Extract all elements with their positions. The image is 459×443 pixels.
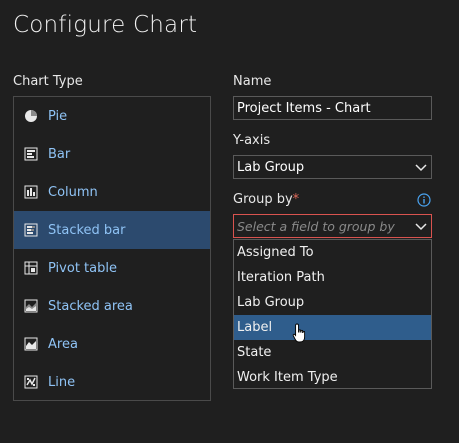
- group-by-dropdown: Assigned To Iteration Path Lab Group Lab…: [233, 239, 432, 389]
- chart-type-column[interactable]: Column: [14, 173, 210, 211]
- chart-type-label-column: Column: [48, 184, 98, 200]
- bar-chart-icon: [23, 146, 39, 162]
- chart-type-area[interactable]: Area: [14, 325, 210, 363]
- required-marker: *: [292, 192, 300, 207]
- chart-type-label-bar: Bar: [48, 146, 71, 162]
- group-by-select[interactable]: Select a field to group by: [233, 214, 432, 238]
- chart-type-stacked-bar[interactable]: Stacked bar: [14, 211, 210, 249]
- line-chart-icon: [23, 374, 39, 390]
- y-axis-label: Y-axis: [233, 133, 271, 148]
- y-axis-select[interactable]: Lab Group: [233, 155, 432, 179]
- chart-type-label-line: Line: [48, 374, 76, 390]
- dialog-title: Configure Chart: [13, 12, 198, 38]
- pivot-table-icon: [23, 260, 39, 276]
- chevron-down-icon: [415, 220, 427, 236]
- pie-icon: [23, 108, 39, 124]
- dropdown-option-work-item-type[interactable]: Work Item Type: [234, 365, 431, 390]
- chart-type-list: Pie Bar Column Stacked bar Pivot table S…: [13, 96, 211, 401]
- chevron-down-icon: [415, 161, 427, 177]
- chart-type-label-pie: Pie: [48, 108, 68, 124]
- dropdown-option-lab-group[interactable]: Lab Group: [234, 290, 431, 315]
- hand-cursor-icon: [292, 323, 308, 349]
- y-axis-value: Lab Group: [237, 159, 305, 175]
- chart-type-line[interactable]: Line: [14, 363, 210, 401]
- group-by-label-text: Group by: [233, 192, 293, 207]
- name-label: Name: [233, 74, 272, 89]
- chart-type-bar[interactable]: Bar: [14, 135, 210, 173]
- chart-type-label-area: Area: [48, 336, 78, 352]
- dropdown-option-label[interactable]: Label: [234, 315, 431, 340]
- chart-type-label-stacked-area: Stacked area: [48, 298, 133, 314]
- stacked-bar-icon: [23, 222, 39, 238]
- chart-type-label-stacked-bar: Stacked bar: [48, 222, 126, 238]
- group-by-placeholder: Select a field to group by: [237, 218, 395, 234]
- chart-type-pivot-table[interactable]: Pivot table: [14, 249, 210, 287]
- group-by-label: Group by*: [233, 192, 299, 207]
- chart-type-stacked-area[interactable]: Stacked area: [14, 287, 210, 325]
- dropdown-option-assigned-to[interactable]: Assigned To: [234, 240, 431, 265]
- chart-type-pie[interactable]: Pie: [14, 97, 210, 135]
- chart-type-label: Chart Type: [13, 74, 83, 89]
- area-chart-icon: [23, 336, 39, 352]
- stacked-area-icon: [23, 298, 39, 314]
- info-icon[interactable]: [417, 192, 431, 211]
- dropdown-option-iteration-path[interactable]: Iteration Path: [234, 265, 431, 290]
- dropdown-option-state[interactable]: State: [234, 340, 431, 365]
- column-chart-icon: [23, 184, 39, 200]
- name-input[interactable]: Project Items - Chart: [233, 96, 432, 120]
- chart-type-label-pivot-table: Pivot table: [48, 260, 117, 276]
